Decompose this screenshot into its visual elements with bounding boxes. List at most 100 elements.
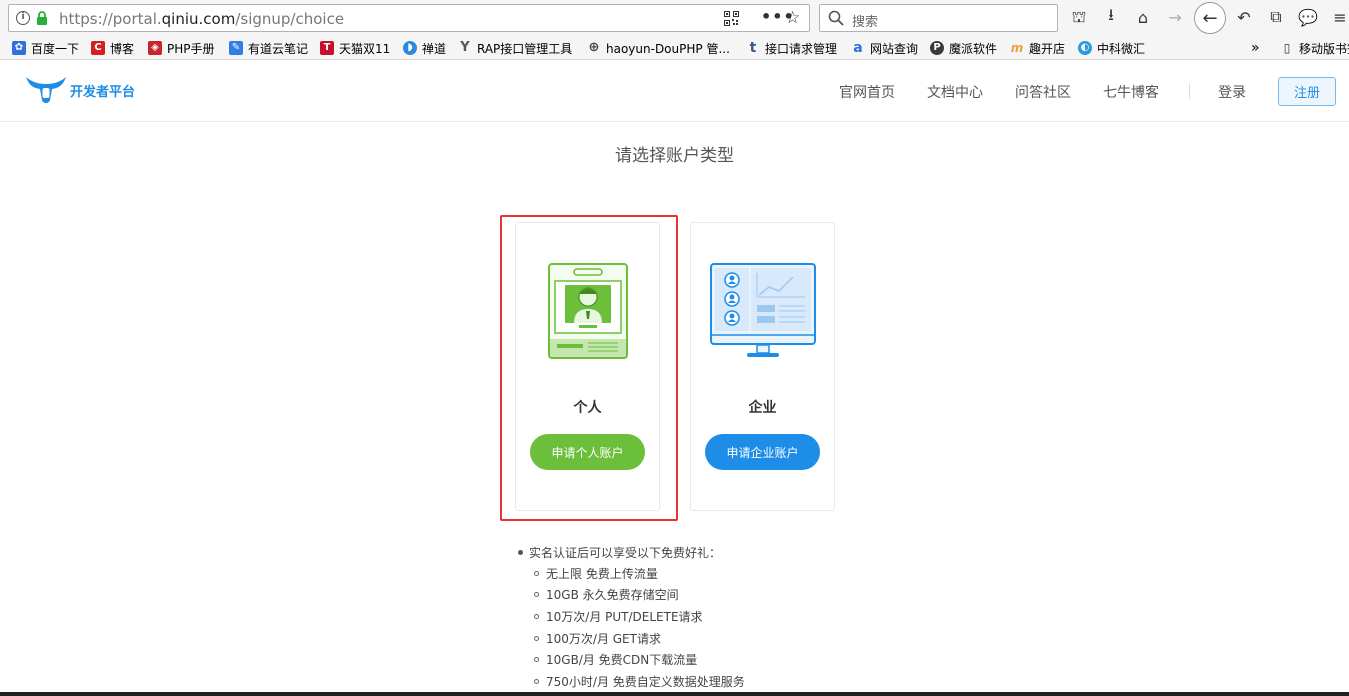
- bookmark-label: 禅道: [422, 41, 447, 56]
- bookmark-item[interactable]: ✿ 百度一下: [12, 39, 79, 57]
- nav-community[interactable]: 问答社区: [1015, 82, 1071, 102]
- monitor-dashboard-icon: [710, 263, 816, 357]
- bullet-circle-icon: [534, 591, 539, 597]
- bullet-circle-icon: [534, 570, 539, 576]
- bookmark-item[interactable]: C 博客: [91, 39, 134, 57]
- chat-icon[interactable]: 💬: [1297, 6, 1319, 28]
- menu-icon[interactable]: ≡: [1329, 6, 1349, 28]
- zentao-icon: ◗: [403, 41, 417, 55]
- t-logo-icon: t: [749, 40, 757, 56]
- benefit-text: 10万次/月 PUT/DELETE请求: [546, 609, 703, 624]
- mobile-bookmarks[interactable]: ▯ 移动版书签: [1280, 39, 1349, 57]
- tmall-icon: T: [320, 41, 334, 55]
- bookmark-item[interactable]: a 网站查询: [851, 39, 918, 57]
- personal-card-label: 个人: [573, 400, 602, 416]
- search-placeholder: 搜索: [852, 15, 879, 30]
- id-badge-icon: [548, 263, 628, 359]
- logo[interactable]: 开发者平台: [24, 73, 174, 107]
- benefit-item: 750小时/月 免费自定义数据处理服务: [534, 672, 745, 690]
- undo-icon[interactable]: ↶: [1233, 6, 1255, 28]
- bull-logo-icon: [26, 77, 66, 103]
- bookmark-item[interactable]: ◐ 中科微汇: [1078, 39, 1145, 57]
- bookmark-label: 博客: [110, 41, 135, 56]
- search-icon: [828, 10, 844, 26]
- apply-personal-account-button[interactable]: 申请个人账户: [530, 434, 645, 470]
- nav-divider: [1189, 83, 1190, 99]
- php-manual-icon: ◈: [148, 41, 162, 55]
- benefit-item: 100万次/月 GET请求: [534, 629, 661, 647]
- benefit-text: 750小时/月 免费自定义数据处理服务: [546, 674, 745, 689]
- bookmark-item[interactable]: T 天猫双11: [320, 39, 390, 57]
- bookmark-label: 接口请求管理: [765, 41, 838, 56]
- bookmark-item[interactable]: Y RAP接口管理工具: [458, 39, 572, 57]
- benefits-lead: 实名认证后可以享受以下免费好礼：: [518, 543, 721, 561]
- register-button[interactable]: 注册: [1278, 77, 1336, 106]
- url-text[interactable]: https://portal.qiniu.com/signup/choice: [59, 10, 344, 28]
- bookmark-label: 网站查询: [870, 41, 919, 56]
- youdao-note-icon: ✎: [229, 41, 243, 55]
- taskbar-edge: [0, 692, 1349, 696]
- personal-account-card[interactable]: 个人 申请个人账户: [515, 222, 660, 511]
- bookmark-star-icon[interactable]: ☆: [785, 8, 800, 28]
- info-icon[interactable]: i: [16, 11, 30, 25]
- enterprise-account-card[interactable]: 企业 申请企业账户: [690, 222, 835, 511]
- bookmark-label: haoyun-DouPHP 管...: [606, 41, 730, 56]
- nav-home[interactable]: 官网首页: [839, 82, 895, 102]
- bookmark-label: 移动版书签: [1299, 41, 1349, 56]
- download-icon[interactable]: ⭳: [1100, 5, 1122, 28]
- bookmark-label: RAP接口管理工具: [477, 41, 573, 56]
- bookmark-item[interactable]: ⊕ haoyun-DouPHP 管...: [587, 39, 730, 57]
- benefit-text: 10GB/月 免费CDN下载流量: [546, 652, 698, 667]
- rap-tool-icon: Y: [460, 40, 470, 55]
- back-arrow-icon: ←: [1202, 7, 1218, 29]
- benefits-list: 实名认证后可以享受以下免费好礼： 无上限 免费上传流量 10GB 永久免费存储空…: [518, 543, 745, 689]
- globe-icon: ⊕: [588, 40, 600, 55]
- m-logo-icon: m: [1010, 41, 1024, 55]
- bullet-circle-icon: [534, 635, 539, 641]
- bookmark-label: 趣开店: [1029, 41, 1066, 56]
- bookmark-label: 有道云笔记: [248, 41, 309, 56]
- nav-blog[interactable]: 七牛博客: [1103, 82, 1159, 102]
- login-link[interactable]: 登录: [1218, 82, 1246, 102]
- benefit-text: 100万次/月 GET请求: [546, 631, 661, 646]
- phone-icon: ▯: [1283, 41, 1291, 55]
- bookmark-label: PHP手册: [167, 41, 215, 56]
- benefit-item: 10GB 永久免费存储空间: [534, 585, 679, 603]
- bookmark-item[interactable]: P 魔派软件: [930, 39, 997, 57]
- a-logo-icon: a: [853, 40, 863, 56]
- search-bar[interactable]: 搜索: [819, 4, 1058, 32]
- bookmark-label: 天猫双11: [339, 41, 391, 56]
- address-bar[interactable]: i https://portal.qiniu.com/signup/choice…: [8, 4, 810, 32]
- bookmarks-overflow-chevron-icon[interactable]: »: [1251, 39, 1260, 57]
- bookmark-item[interactable]: ✎ 有道云笔记: [229, 39, 308, 57]
- bookmark-item[interactable]: ◗ 禅道: [403, 39, 446, 57]
- bullet-circle-icon: [534, 678, 539, 684]
- benefit-item: 10万次/月 PUT/DELETE请求: [534, 607, 703, 625]
- benefit-item: 无上限 免费上传流量: [534, 564, 658, 582]
- bookmark-label: 百度一下: [31, 41, 80, 56]
- c-logo-icon: C: [91, 41, 105, 55]
- benefit-item: 10GB/月 免费CDN下载流量: [534, 650, 697, 668]
- crop-screenshot-icon[interactable]: ⧉: [1265, 6, 1287, 28]
- bookmark-item[interactable]: m 趣开店: [1010, 39, 1065, 57]
- apply-enterprise-account-button[interactable]: 申请企业账户: [705, 434, 820, 470]
- home-icon[interactable]: ⌂: [1132, 6, 1154, 28]
- lock-icon: [37, 11, 47, 25]
- p-logo-icon: P: [930, 41, 944, 55]
- back-button[interactable]: ←: [1194, 2, 1226, 34]
- bookmarks-toolbar: ✿ 百度一下 C 博客 ◈ PHP手册 ✎ 有道云笔记 T 天猫双11 ◗ 禅道 Y RAP接…: [0, 36, 1349, 60]
- benefit-text: 10GB 永久免费存储空间: [546, 587, 679, 602]
- library-icon[interactable]: ⛫: [1068, 6, 1090, 28]
- bullet-dot-icon: [518, 549, 523, 555]
- bookmark-item[interactable]: ◈ PHP手册: [148, 39, 215, 57]
- bullet-circle-icon: [534, 613, 539, 619]
- page-title: 请选择账户类型: [615, 146, 734, 166]
- bookmark-item[interactable]: t 接口请求管理: [746, 39, 837, 57]
- qr-code-icon[interactable]: [724, 11, 739, 26]
- enterprise-card-label: 企业: [748, 400, 777, 416]
- bookmark-label: 中科微汇: [1097, 41, 1146, 56]
- logo-text: 开发者平台: [70, 84, 136, 100]
- nav-docs[interactable]: 文档中心: [927, 82, 983, 102]
- paw-icon: ✿: [12, 41, 26, 55]
- forward-icon[interactable]: →: [1164, 6, 1186, 28]
